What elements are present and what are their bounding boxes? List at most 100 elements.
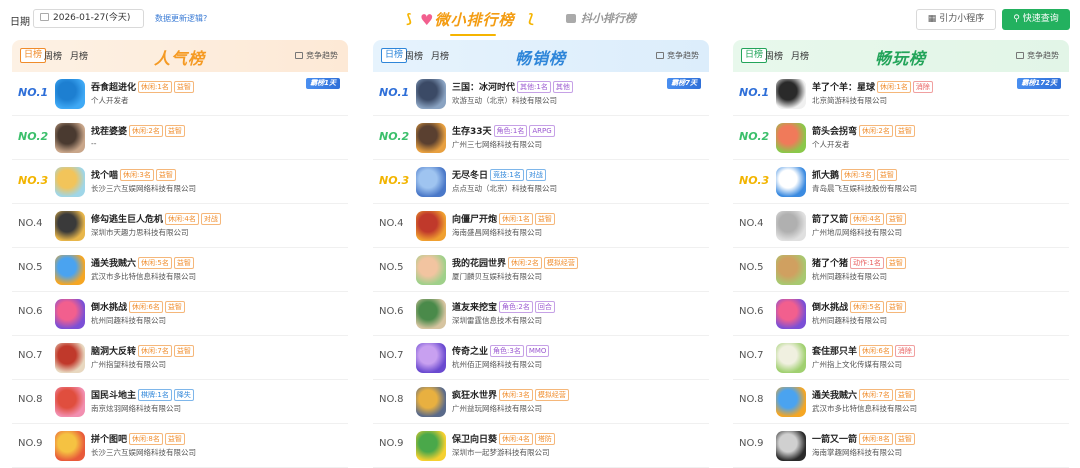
game-name[interactable]: 通关我贼六	[91, 259, 136, 269]
game-name[interactable]: 猪了个猪	[812, 259, 848, 269]
game-name[interactable]: 拼个图吧	[91, 435, 127, 445]
game-icon[interactable]	[55, 211, 85, 241]
game-name[interactable]: 我的花园世界	[452, 259, 506, 269]
game-icon[interactable]	[776, 431, 806, 461]
game-icon[interactable]	[776, 79, 806, 109]
data-logic-link[interactable]: 数据更新逻辑?	[155, 13, 207, 24]
game-icon[interactable]	[416, 79, 446, 109]
quick-query-button[interactable]: ⚲ 快速查询	[1002, 9, 1070, 30]
game-name[interactable]: 箭头会拐弯	[812, 127, 857, 137]
game-icon[interactable]	[55, 299, 85, 329]
game-icon[interactable]	[55, 343, 85, 373]
game-icon[interactable]	[55, 167, 85, 197]
game-icon[interactable]	[776, 299, 806, 329]
game-icon[interactable]	[416, 431, 446, 461]
game-name[interactable]: 倒水挑战	[812, 303, 848, 313]
game-icon[interactable]	[776, 123, 806, 153]
game-name[interactable]: 箭了又箭	[812, 215, 848, 225]
ranking-row[interactable]: NO.8 国民斗地主 棋牌:1名 降失 南京炫羽网络科技有限公司	[12, 380, 348, 424]
period-tab[interactable]: 周榜	[765, 49, 783, 62]
game-icon[interactable]	[55, 79, 85, 109]
ranking-row[interactable]: NO.1 吞食超进化 休闲:1名 益智 个人开发者 霸榜1天	[12, 72, 348, 116]
ranking-row[interactable]: NO.9 一箭又一箭 休闲:8名 益智 海南掌趣网络科技有限公司	[733, 424, 1069, 468]
game-name[interactable]: 一箭又一箭	[812, 435, 857, 445]
trend-button[interactable]: 竞争趋势	[1016, 50, 1059, 61]
game-name[interactable]: 倒水挑战	[91, 303, 127, 313]
game-name[interactable]: 三国：冰河时代	[452, 83, 515, 93]
trend-button[interactable]: 竞争趋势	[295, 50, 338, 61]
ranking-row[interactable]: NO.9 保卫向日葵 休闲:4名 塔防 深圳市一起梦游科技有限公司	[373, 424, 709, 468]
period-tab[interactable]: 日榜	[741, 48, 768, 63]
ranking-row[interactable]: NO.3 找个喵 休闲:3名 益智 长沙三六互娱网络科技有限公司	[12, 160, 348, 204]
ranking-row[interactable]: NO.7 脑洞大反转 休闲:7名 益智 广州指望科技有限公司	[12, 336, 348, 380]
ranking-row[interactable]: NO.2 找茬婆婆 休闲:2名 益智 --	[12, 116, 348, 160]
rank-number: NO.5	[18, 262, 43, 273]
game-icon[interactable]	[416, 343, 446, 373]
ranking-row[interactable]: NO.2 箭头会拐弯 休闲:2名 益智 个人开发者	[733, 116, 1069, 160]
trend-button[interactable]: 竞争趋势	[656, 50, 699, 61]
game-name[interactable]: 通关我贼六	[812, 391, 857, 401]
ranking-row[interactable]: NO.7 套住那只羊 休闲:6名 消除 广州指上文化传媒有限公司	[733, 336, 1069, 380]
game-name[interactable]: 生存33天	[452, 127, 492, 137]
game-name[interactable]: 保卫向日葵	[452, 435, 497, 445]
ranking-row[interactable]: NO.8 通关我贼六 休闲:7名 益智 武汉市多比特信息科技有限公司	[733, 380, 1069, 424]
tab-wechat-mini-ranking[interactable]: ⟆ ♥微小排行榜 ⟅	[406, 6, 540, 36]
ranking-row[interactable]: NO.3 抓大鹅 休闲:3名 益智 青岛晨飞互娱科技股份有限公司	[733, 160, 1069, 204]
tab-douyin-mini-ranking[interactable]: 抖小排行榜	[566, 10, 636, 26]
game-icon[interactable]	[55, 387, 85, 417]
game-name[interactable]: 找茬婆婆	[91, 127, 127, 137]
game-name[interactable]: 找个喵	[91, 171, 118, 181]
mini-program-button[interactable]: ▦ 引力小程序	[916, 9, 996, 30]
game-icon[interactable]	[416, 211, 446, 241]
period-tab[interactable]: 日榜	[381, 48, 408, 63]
period-tab[interactable]: 月榜	[431, 49, 449, 62]
game-icon[interactable]	[55, 431, 85, 461]
game-icon[interactable]	[776, 167, 806, 197]
game-name[interactable]: 向僵尸开炮	[452, 215, 497, 225]
ranking-row[interactable]: NO.5 我的花园世界 休闲:2名 模拟经营 厦门麟贝互娱科技有限公司	[373, 248, 709, 292]
game-icon[interactable]	[776, 343, 806, 373]
game-name[interactable]: 吞食超进化	[91, 83, 136, 93]
ranking-row[interactable]: NO.2 生存33天 角色:1名 ARPG 广州三七网络科技有限公司	[373, 116, 709, 160]
ranking-row[interactable]: NO.7 传奇之业 角色:3名 MMO 杭州佰正网络科技有限公司	[373, 336, 709, 380]
game-icon[interactable]	[416, 387, 446, 417]
game-name[interactable]: 修勾逃生巨人危机	[91, 215, 163, 225]
game-name[interactable]: 抓大鹅	[812, 171, 839, 181]
ranking-row[interactable]: NO.1 羊了个羊：星球 休闲:1名 消除 北京简游科技有限公司 霸榜172天	[733, 72, 1069, 116]
game-name[interactable]: 疯狂水世界	[452, 391, 497, 401]
ranking-row[interactable]: NO.4 向僵尸开炮 休闲:1名 益智 海南盛昌网络科技有限公司	[373, 204, 709, 248]
ranking-row[interactable]: NO.9 拼个图吧 休闲:8名 益智 长沙三六互娱网络科技有限公司	[12, 424, 348, 468]
game-icon[interactable]	[416, 255, 446, 285]
ranking-row[interactable]: NO.4 修勾逃生巨人危机 休闲:4名 对战 深圳市天趣力思科技有限公司	[12, 204, 348, 248]
game-name[interactable]: 国民斗地主	[91, 391, 136, 401]
game-name[interactable]: 脑洞大反转	[91, 347, 136, 357]
game-icon[interactable]	[416, 167, 446, 197]
ranking-row[interactable]: NO.6 倒水挑战 休闲:5名 益智 杭州同趣科技有限公司	[733, 292, 1069, 336]
ranking-row[interactable]: NO.4 箭了又箭 休闲:4名 益智 广州地瓜网络科技有限公司	[733, 204, 1069, 248]
game-icon[interactable]	[776, 255, 806, 285]
date-picker[interactable]: 2026-01-27(今天)	[33, 9, 144, 28]
game-icon[interactable]	[416, 299, 446, 329]
ranking-row[interactable]: NO.6 倒水挑战 休闲:6名 益智 杭州同趣科技有限公司	[12, 292, 348, 336]
game-icon[interactable]	[55, 255, 85, 285]
game-icon[interactable]	[55, 123, 85, 153]
game-name[interactable]: 传奇之业	[452, 347, 488, 357]
period-tab[interactable]: 周榜	[44, 49, 62, 62]
game-icon[interactable]	[776, 387, 806, 417]
period-tab[interactable]: 月榜	[70, 49, 88, 62]
game-name[interactable]: 无尽冬日	[452, 171, 488, 181]
period-tab[interactable]: 月榜	[791, 49, 809, 62]
game-name[interactable]: 道友来挖宝	[452, 303, 497, 313]
period-tab[interactable]: 日榜	[20, 48, 47, 63]
game-name[interactable]: 羊了个羊：星球	[812, 83, 875, 93]
ranking-row[interactable]: NO.3 无尽冬日 竞技:1名 对战 点点互动（北京）科技有限公司	[373, 160, 709, 204]
game-icon[interactable]	[416, 123, 446, 153]
period-tab[interactable]: 周榜	[405, 49, 423, 62]
ranking-row[interactable]: NO.5 猪了个猪 动作:1名 益智 杭州同趣科技有限公司	[733, 248, 1069, 292]
ranking-row[interactable]: NO.5 通关我贼六 休闲:5名 益智 武汉市多比特信息科技有限公司	[12, 248, 348, 292]
ranking-row[interactable]: NO.6 道友来挖宝 角色:2名 回合 深圳雷霆信息技术有限公司	[373, 292, 709, 336]
ranking-row[interactable]: NO.8 疯狂水世界 休闲:3名 模拟经营 广州益玩网络科技有限公司	[373, 380, 709, 424]
game-name[interactable]: 套住那只羊	[812, 347, 857, 357]
ranking-row[interactable]: NO.1 三国：冰河时代 其他:1名 其他 欢游互动（北京）科技有限公司 霸榜7天	[373, 72, 709, 116]
game-icon[interactable]	[776, 211, 806, 241]
